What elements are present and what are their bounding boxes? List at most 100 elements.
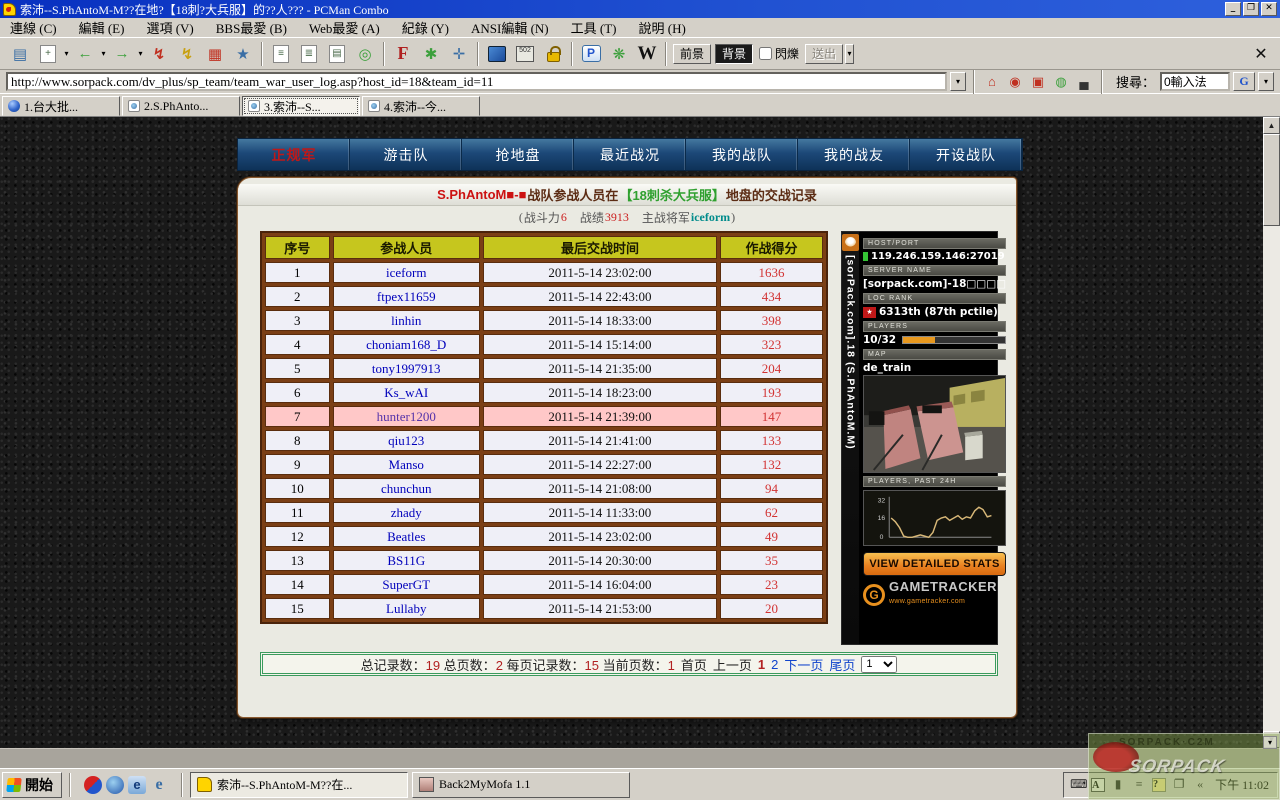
watermark-dropdown-icon[interactable]: ▾ — [1263, 736, 1277, 749]
back-dropdown-icon[interactable]: ▾ — [99, 49, 108, 58]
menu-item-4[interactable]: Web最愛 (A) — [309, 18, 380, 37]
block-images-icon[interactable]: ◉ — [1005, 73, 1025, 91]
nav-item-5[interactable]: 我的战友 — [798, 139, 910, 170]
start-button[interactable]: 開始 — [2, 772, 62, 798]
menu-item-2[interactable]: 選項 (V) — [146, 18, 193, 37]
nav-item-0[interactable]: 正规军 — [238, 139, 350, 170]
nav-item-2[interactable]: 抢地盘 — [462, 139, 574, 170]
restore-button[interactable]: ❐ — [1243, 2, 1259, 16]
player-name[interactable]: hunter1200 — [333, 406, 480, 427]
copy-icon[interactable]: ≡ — [268, 41, 294, 67]
globe-icon[interactable]: ◍ — [1051, 73, 1071, 91]
page-select[interactable]: 1 — [861, 656, 897, 673]
send-dropdown-icon[interactable]: ▾ — [845, 44, 854, 64]
player-name[interactable]: SuperGT — [333, 574, 480, 595]
close-button[interactable]: ✕ — [1261, 2, 1277, 16]
next-page-link[interactable]: 下一页 — [784, 655, 823, 674]
prev-page-link[interactable]: 上一页 — [713, 655, 752, 674]
player-name[interactable]: chunchun — [333, 478, 480, 499]
search-dropdown-icon[interactable]: ▾ — [1258, 72, 1274, 91]
player-name[interactable]: qiu123 — [333, 430, 480, 451]
search-engine-button[interactable]: G — [1233, 72, 1255, 91]
player-name[interactable]: Ks_wAI — [333, 382, 480, 403]
quicklaunch-browser-icon[interactable]: e — [128, 776, 146, 794]
close-tab-icon[interactable]: ✕ — [1248, 44, 1274, 64]
nav-item-3[interactable]: 最近战况 — [574, 139, 686, 170]
browser-tab-3[interactable]: 4.索沛--今... — [362, 96, 480, 116]
quicklaunch-ie-icon[interactable]: e — [150, 776, 168, 794]
flower-plugin-icon[interactable]: ❋ — [606, 41, 632, 67]
player-name[interactable]: ftpex11659 — [333, 286, 480, 307]
browser-tab-0[interactable]: 1.台大批... — [2, 96, 120, 116]
scrollbar-thumb[interactable] — [1263, 134, 1280, 226]
lock-icon[interactable] — [540, 41, 566, 67]
block-popup-icon[interactable]: ▣ — [1028, 73, 1048, 91]
player-name[interactable]: Manso — [333, 454, 480, 475]
menu-item-1[interactable]: 編輯 (E) — [79, 18, 125, 37]
nav-item-1[interactable]: 游击队 — [350, 139, 462, 170]
disconnect-icon[interactable]: ↯ — [146, 41, 172, 67]
new-tab-dropdown-icon[interactable]: ▾ — [62, 49, 71, 58]
search-input[interactable] — [1160, 72, 1230, 91]
nav-item-4[interactable]: 我的战队 — [686, 139, 798, 170]
fullscreen-icon[interactable]: ▄ — [1074, 73, 1094, 91]
new-tab-icon[interactable]: + — [35, 41, 61, 67]
quicklaunch-messenger-icon[interactable] — [106, 776, 124, 794]
menu-item-8[interactable]: 說明 (H) — [639, 18, 686, 37]
menu-item-0[interactable]: 連線 (C) — [10, 18, 57, 37]
tray-keyboard-icon[interactable]: ⌨ — [1070, 777, 1086, 792]
send-button[interactable]: 送出 — [805, 44, 843, 64]
player-name[interactable]: linhin — [333, 310, 480, 331]
player-name[interactable]: Lullaby — [333, 598, 480, 619]
player-name[interactable]: BS11G — [333, 550, 480, 571]
browser-tab-2[interactable]: 3.索沛--S... — [242, 96, 360, 116]
gametracker-banner[interactable]: [sorPack.com].18 (S.PhAntoM.M) HOST/PORT… — [841, 231, 998, 645]
find-icon[interactable]: ◎ — [352, 41, 378, 67]
settings-gear-icon[interactable]: ✱ — [418, 41, 444, 67]
foreground-button[interactable]: 前景 — [673, 44, 711, 64]
add-bookmark-icon[interactable]: ★ — [230, 41, 256, 67]
menu-item-6[interactable]: ANSI編輯 (N) — [471, 18, 549, 37]
blink-checkbox[interactable] — [759, 47, 772, 60]
player-name[interactable]: zhady — [333, 502, 480, 523]
quicklaunch-sphere-icon[interactable] — [84, 776, 102, 794]
background-button[interactable]: 背景 — [715, 44, 753, 64]
taskbar-task-0[interactable]: 索沛--S.PhAntoM-M??在... — [190, 772, 408, 798]
menu-item-5[interactable]: 紀錄 (Y) — [402, 18, 449, 37]
forward-icon[interactable]: → — [109, 41, 135, 67]
url-input[interactable] — [6, 72, 947, 91]
scroll-up-icon[interactable]: ▲ — [1263, 117, 1280, 134]
page-title: S.PhAntoM■-■战队参战人员在【18刺杀大兵服】地盘的交战记录 — [238, 184, 1016, 206]
menu-item-3[interactable]: BBS最愛 (B) — [216, 18, 287, 37]
view-detailed-stats-button[interactable]: VIEW DETAILED STATS — [863, 552, 1006, 576]
copy-all-icon[interactable]: ≣ — [296, 41, 322, 67]
browser-scrollbar[interactable]: ▲ ▼ — [1263, 117, 1280, 748]
minimize-button[interactable]: _ — [1225, 2, 1241, 16]
close-window-icon[interactable]: ▦ — [202, 41, 228, 67]
nav-item-6[interactable]: 开设战队 — [910, 139, 1022, 170]
taskbar-task-1[interactable]: Back2MyMofa 1.1 — [412, 772, 630, 798]
browser-tab-1[interactable]: 2.S.PhAnto... — [122, 96, 240, 116]
menu-item-7[interactable]: 工具 (T) — [571, 18, 617, 37]
fit-window-icon[interactable]: ✛ — [446, 41, 472, 67]
url-dropdown-icon[interactable]: ▾ — [950, 72, 966, 91]
player-name[interactable]: iceform — [333, 262, 480, 283]
back-icon[interactable]: ← — [72, 41, 98, 67]
ansi-editor-icon[interactable]: 502 — [512, 41, 538, 67]
theme-icon[interactable] — [484, 41, 510, 67]
wikipedia-icon[interactable]: W — [634, 41, 660, 67]
pcman-web-icon[interactable]: P — [578, 41, 604, 67]
font-icon[interactable]: F — [390, 41, 416, 67]
home-icon[interactable]: ⌂ — [982, 73, 1002, 91]
player-name[interactable]: Beatles — [333, 526, 480, 547]
last-page-link[interactable]: 尾页 — [829, 655, 855, 674]
paste-icon[interactable]: ▤ — [324, 41, 350, 67]
connect-icon[interactable]: ↯ — [174, 41, 200, 67]
panel-list-icon[interactable]: ▤ — [7, 41, 33, 67]
player-name[interactable]: tony1997913 — [333, 358, 480, 379]
forward-dropdown-icon[interactable]: ▾ — [136, 49, 145, 58]
table-row: 10chunchun2011-5-14 21:08:0094 — [265, 478, 823, 499]
player-name[interactable]: choniam168_D — [333, 334, 480, 355]
page-link-2[interactable]: 2 — [771, 657, 778, 672]
first-page-link[interactable]: 首页 — [681, 655, 707, 674]
